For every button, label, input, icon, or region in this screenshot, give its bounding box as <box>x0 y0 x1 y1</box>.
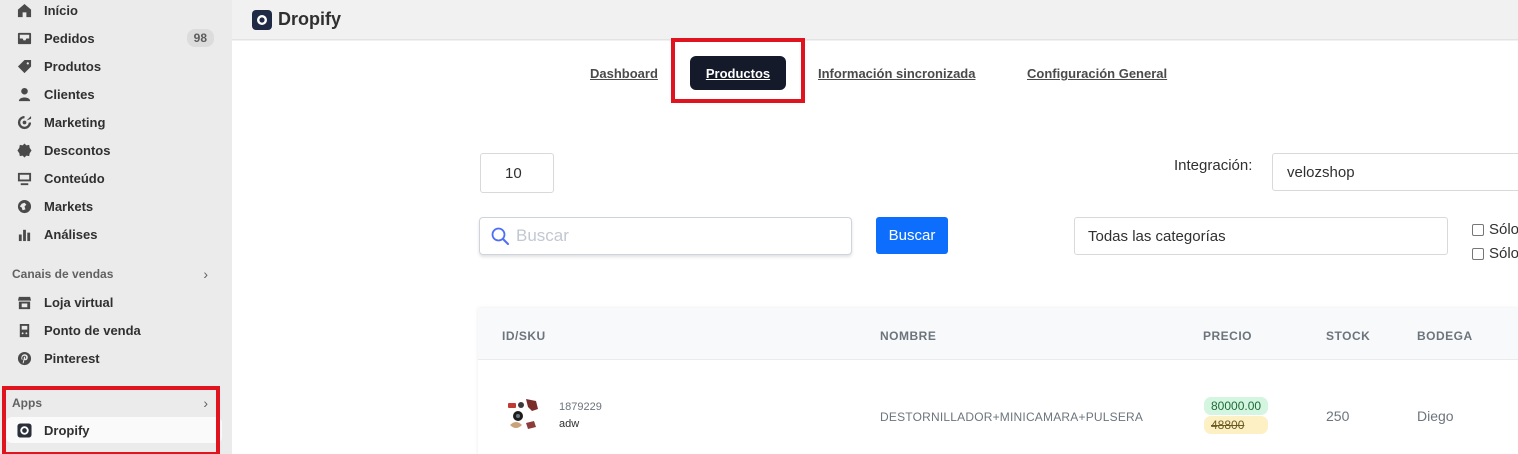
dropify-logo-icon <box>252 9 272 30</box>
tab-dashboard[interactable]: Dashboard <box>590 66 658 81</box>
sidebar-item-label: Marketing <box>44 114 106 130</box>
chevron-right-icon: › <box>203 395 208 411</box>
old-price-badge: 48800 <box>1204 416 1268 434</box>
sales-channels-heading[interactable]: Canais de vendas › <box>12 266 208 282</box>
sidebar-item-label: Pedidos <box>44 30 95 46</box>
sidebar-item-label: Início <box>44 2 78 18</box>
tab-productos[interactable]: Productos <box>690 56 786 90</box>
category-select[interactable]: Todas las categorías <box>1074 217 1448 255</box>
app-header: Dropify <box>232 0 1518 40</box>
target-icon <box>16 114 32 130</box>
sidebar-item-label: Produtos <box>44 58 102 74</box>
column-header-stock[interactable]: STOCK <box>1326 329 1370 343</box>
integration-label: Integración: <box>1174 157 1253 174</box>
main-content: Dashboard Productos Información sincroni… <box>232 41 1518 454</box>
sidebar-item-pedidos[interactable]: Pedidos 98 <box>6 25 222 51</box>
sidebar-item-label: Loja virtual <box>44 294 114 310</box>
checkbox[interactable] <box>1472 247 1484 260</box>
sidebar-item-dropify[interactable]: Dropify <box>6 417 222 443</box>
checkbox-label: Sólo <box>1489 245 1518 262</box>
search-field[interactable] <box>479 217 852 255</box>
sidebar-item-label: Descontos <box>44 142 111 158</box>
checkbox[interactable] <box>1472 223 1484 236</box>
search-icon <box>491 227 509 245</box>
filter-checkbox-1[interactable]: Sólo <box>1472 221 1518 238</box>
pinterest-icon <box>16 350 32 366</box>
app-title: Dropify <box>278 9 341 29</box>
sidebar-item-markets[interactable]: Markets <box>6 193 222 219</box>
pos-icon <box>16 322 32 338</box>
column-header-id-sku[interactable]: ID/SKU <box>502 329 546 343</box>
sidebar-item-ponto-de-venda[interactable]: Ponto de venda <box>6 317 222 343</box>
bar-chart-icon <box>16 226 32 242</box>
store-icon <box>16 294 32 310</box>
price-badge: 80000.00 <box>1204 397 1269 415</box>
chevron-right-icon: › <box>203 266 208 282</box>
sidebar-item-label: Conteúdo <box>44 170 105 186</box>
integration-select[interactable]: velozshop <box>1272 153 1518 191</box>
table-header: ID/SKU NOMBRE PRECIO STOCK BODEGA <box>478 308 1518 360</box>
orders-count-badge: 98 <box>186 29 214 47</box>
sidebar-item-loja-virtual[interactable]: Loja virtual <box>6 289 222 315</box>
home-icon <box>16 2 32 18</box>
sidebar-item-marketing[interactable]: Marketing <box>6 109 222 135</box>
tab-configuracion-general[interactable]: Configuración General <box>1027 66 1167 81</box>
product-bodega: Diego <box>1417 408 1454 424</box>
column-header-precio[interactable]: PRECIO <box>1203 329 1252 343</box>
per-page-select[interactable]: 10 <box>480 153 554 193</box>
product-thumbnail <box>502 395 542 435</box>
content-icon <box>16 170 32 186</box>
product-stock: 250 <box>1326 408 1350 424</box>
filter-checkbox-2[interactable]: Sólo <box>1472 245 1518 262</box>
sidebar-item-analises[interactable]: Análises <box>6 221 222 247</box>
sidebar-item-label: Ponto de venda <box>44 322 141 338</box>
product-name: DESTORNILLADOR+MINICAMARA+PULSERA <box>880 410 1144 424</box>
sidebar-item-label: Clientes <box>44 86 95 102</box>
products-table: ID/SKU NOMBRE PRECIO STOCK BODEGA 187922… <box>478 308 1518 454</box>
sidebar-item-inicio[interactable]: Início <box>6 0 222 23</box>
sidebar-item-produtos[interactable]: Produtos <box>6 53 222 79</box>
column-header-nombre[interactable]: NOMBRE <box>880 329 936 343</box>
tab-informacion-sincronizada[interactable]: Información sincronizada <box>818 66 975 81</box>
search-button[interactable]: Buscar <box>876 217 948 254</box>
apps-heading[interactable]: Apps › <box>12 395 208 411</box>
person-icon <box>16 86 32 102</box>
sidebar-item-pinterest[interactable]: Pinterest <box>6 345 222 371</box>
inbox-icon <box>16 30 32 46</box>
sidebar-item-conteudo[interactable]: Conteúdo <box>6 165 222 191</box>
dropify-icon <box>16 422 32 438</box>
sidebar-item-label: Análises <box>44 226 98 242</box>
sidebar-item-descontos[interactable]: Descontos <box>6 137 222 163</box>
sidebar-item-clientes[interactable]: Clientes <box>6 81 222 107</box>
tag-icon <box>16 58 32 74</box>
sidebar-item-label: Dropify <box>44 422 90 438</box>
sidebar-item-label: Markets <box>44 198 94 214</box>
product-sku-name: adw <box>559 418 580 430</box>
search-input[interactable] <box>516 226 836 246</box>
discount-icon <box>16 142 32 158</box>
sidebar: Início Pedidos 98 Produtos Clientes Mark… <box>0 0 232 454</box>
product-sku: 1879229 <box>559 401 602 413</box>
table-row[interactable]: 1879229 adw DESTORNILLADOR+MINICAMARA+PU… <box>478 361 1518 454</box>
globe-icon <box>16 198 32 214</box>
checkbox-label: Sólo <box>1489 221 1518 238</box>
column-header-bodega[interactable]: BODEGA <box>1417 329 1473 343</box>
sidebar-item-label: Pinterest <box>44 350 100 366</box>
